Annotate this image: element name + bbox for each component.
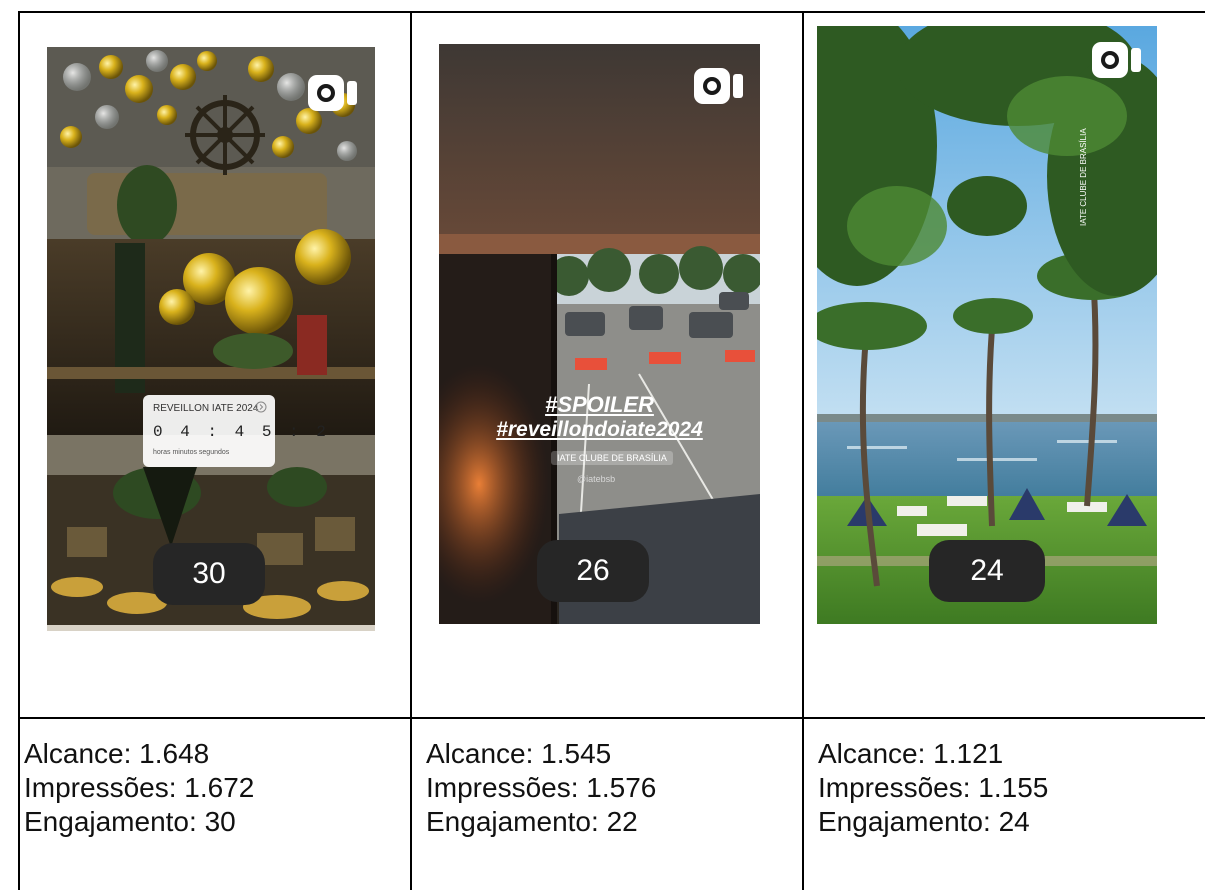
post-2-stats: Alcance: 1.545 Impressões: 1.576 Engajam… (426, 737, 656, 839)
countdown-digits: 0 4 : 4 5 : 2 (153, 423, 330, 441)
reach-value: Alcance: 1.545 (426, 738, 612, 769)
event-hashtag: #reveillondoiate2024 (496, 418, 703, 441)
views-badge-2: 26 (537, 540, 649, 602)
post-thumbnail-2[interactable]: #SPOILER #reveillondoiate2024 IATE CLUBE… (439, 44, 760, 633)
account-mention: @iatebsb (577, 474, 616, 484)
side-location-label: IATE CLUBE DE BRASÍLIA (1079, 128, 1088, 226)
reels-icon (694, 68, 743, 104)
post-thumbnail-3[interactable]: IATE CLUBE DE BRASÍLIA 24 (817, 26, 1157, 624)
reach-value: Alcance: 1.648 (24, 738, 210, 769)
views-badge-1: 30 (153, 543, 265, 605)
spoiler-hashtag: #SPOILER (545, 392, 654, 417)
table-col-divider-2 (802, 11, 804, 890)
reels-icon (1092, 42, 1141, 78)
impressions-value: Impressões: 1.672 (24, 772, 255, 803)
post-1-stats: Alcance: 1.648 Impressões: 1.672 Engajam… (24, 737, 254, 839)
table-row-divider (18, 717, 1205, 719)
engagement-value: Engajamento: 24 (818, 806, 1030, 837)
engagement-value: Engajamento: 30 (24, 806, 236, 837)
table-col-divider-1 (410, 11, 412, 890)
engagement-value: Engajamento: 22 (426, 806, 638, 837)
impressions-value: Impressões: 1.155 (818, 772, 1049, 803)
views-badge-3: 24 (929, 540, 1045, 602)
post-3-lake-image (817, 26, 1157, 624)
countdown-title: REVEILLON IATE 2024 (153, 403, 259, 414)
table-left-border (18, 11, 20, 890)
countdown-units: horas minutos segundos (153, 449, 230, 456)
impressions-value: Impressões: 1.576 (426, 772, 657, 803)
table-top-border (18, 11, 1205, 13)
location-tag: IATE CLUBE DE BRASÍLIA (551, 451, 673, 465)
post-thumbnail-1[interactable]: REVEILLON IATE 2024 0 4 : 4 5 : 2 horas … (47, 47, 375, 631)
reels-icon (308, 75, 357, 111)
countdown-sticker: REVEILLON IATE 2024 0 4 : 4 5 : 2 horas … (143, 395, 326, 467)
post-3-stats: Alcance: 1.121 Impressões: 1.155 Engajam… (818, 737, 1048, 839)
chevron-right-icon (255, 401, 267, 413)
reach-value: Alcance: 1.121 (818, 738, 1004, 769)
